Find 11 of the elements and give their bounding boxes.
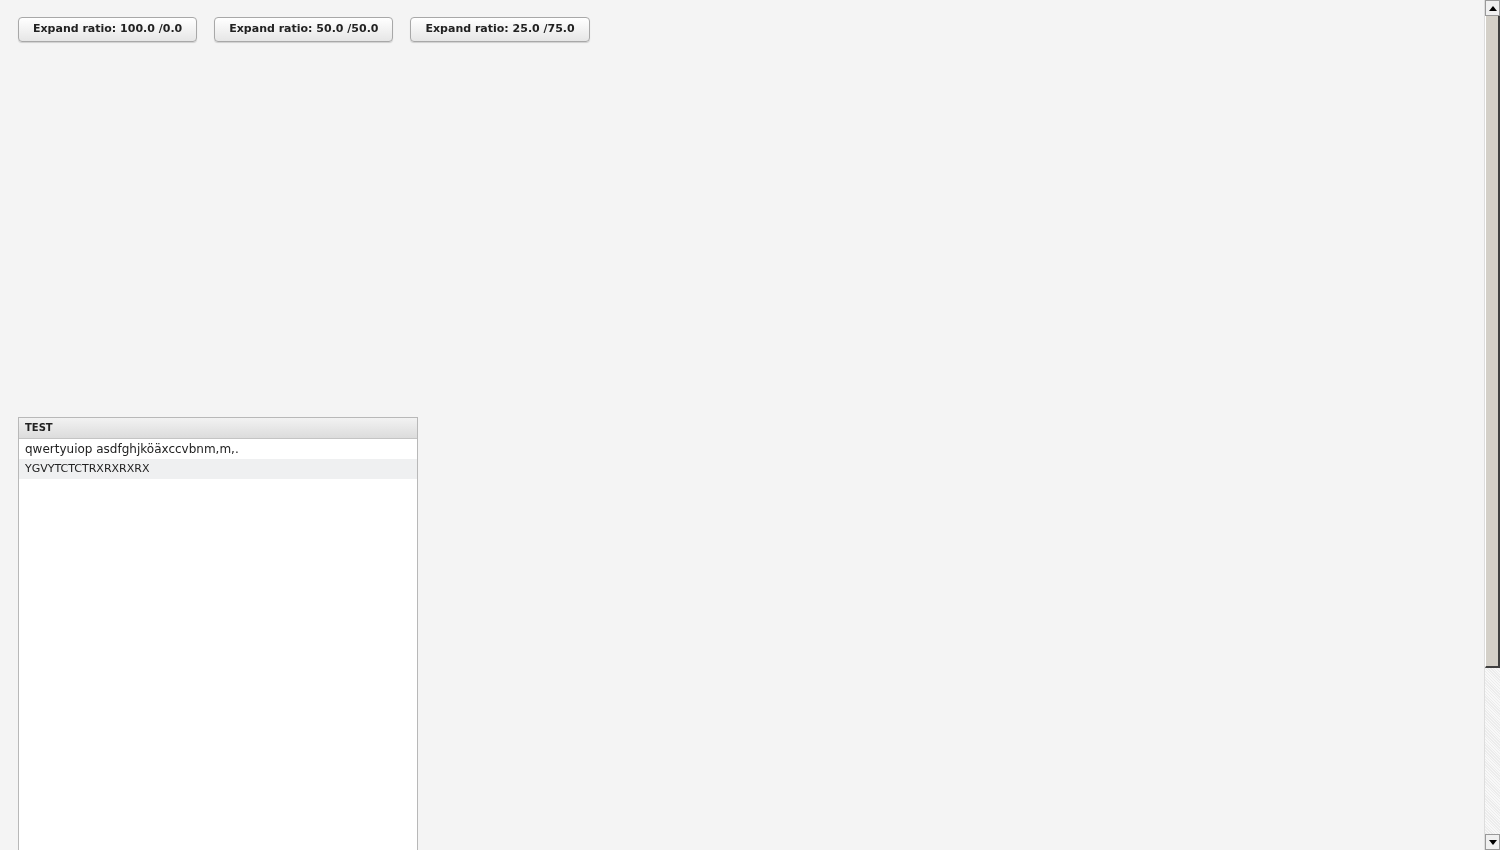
expand-ratio-button[interactable]: Expand ratio: 25.0 /75.0 [410, 17, 590, 42]
expand-ratio-button[interactable]: Expand ratio: 100.0 /0.0 [18, 17, 198, 42]
table-cell-text: YGVYTCTCTRXRXRXRX [24, 460, 151, 477]
scroll-up-icon[interactable] [1485, 0, 1500, 16]
scroll-down-icon[interactable] [1485, 834, 1500, 850]
scrollbar[interactable] [1484, 0, 1500, 850]
table-cell-text: qwertyuiop asdfghjköäxccvbnm,m,. [24, 441, 240, 458]
column-header[interactable]: TEST [19, 418, 59, 438]
expand-ratio-button[interactable]: Expand ratio: 50.0 /50.0 [214, 17, 394, 42]
table-row[interactable]: YGVYTCTCTRXRXRXRX [19, 459, 417, 479]
scrollbar-thumb[interactable] [1485, 16, 1500, 668]
